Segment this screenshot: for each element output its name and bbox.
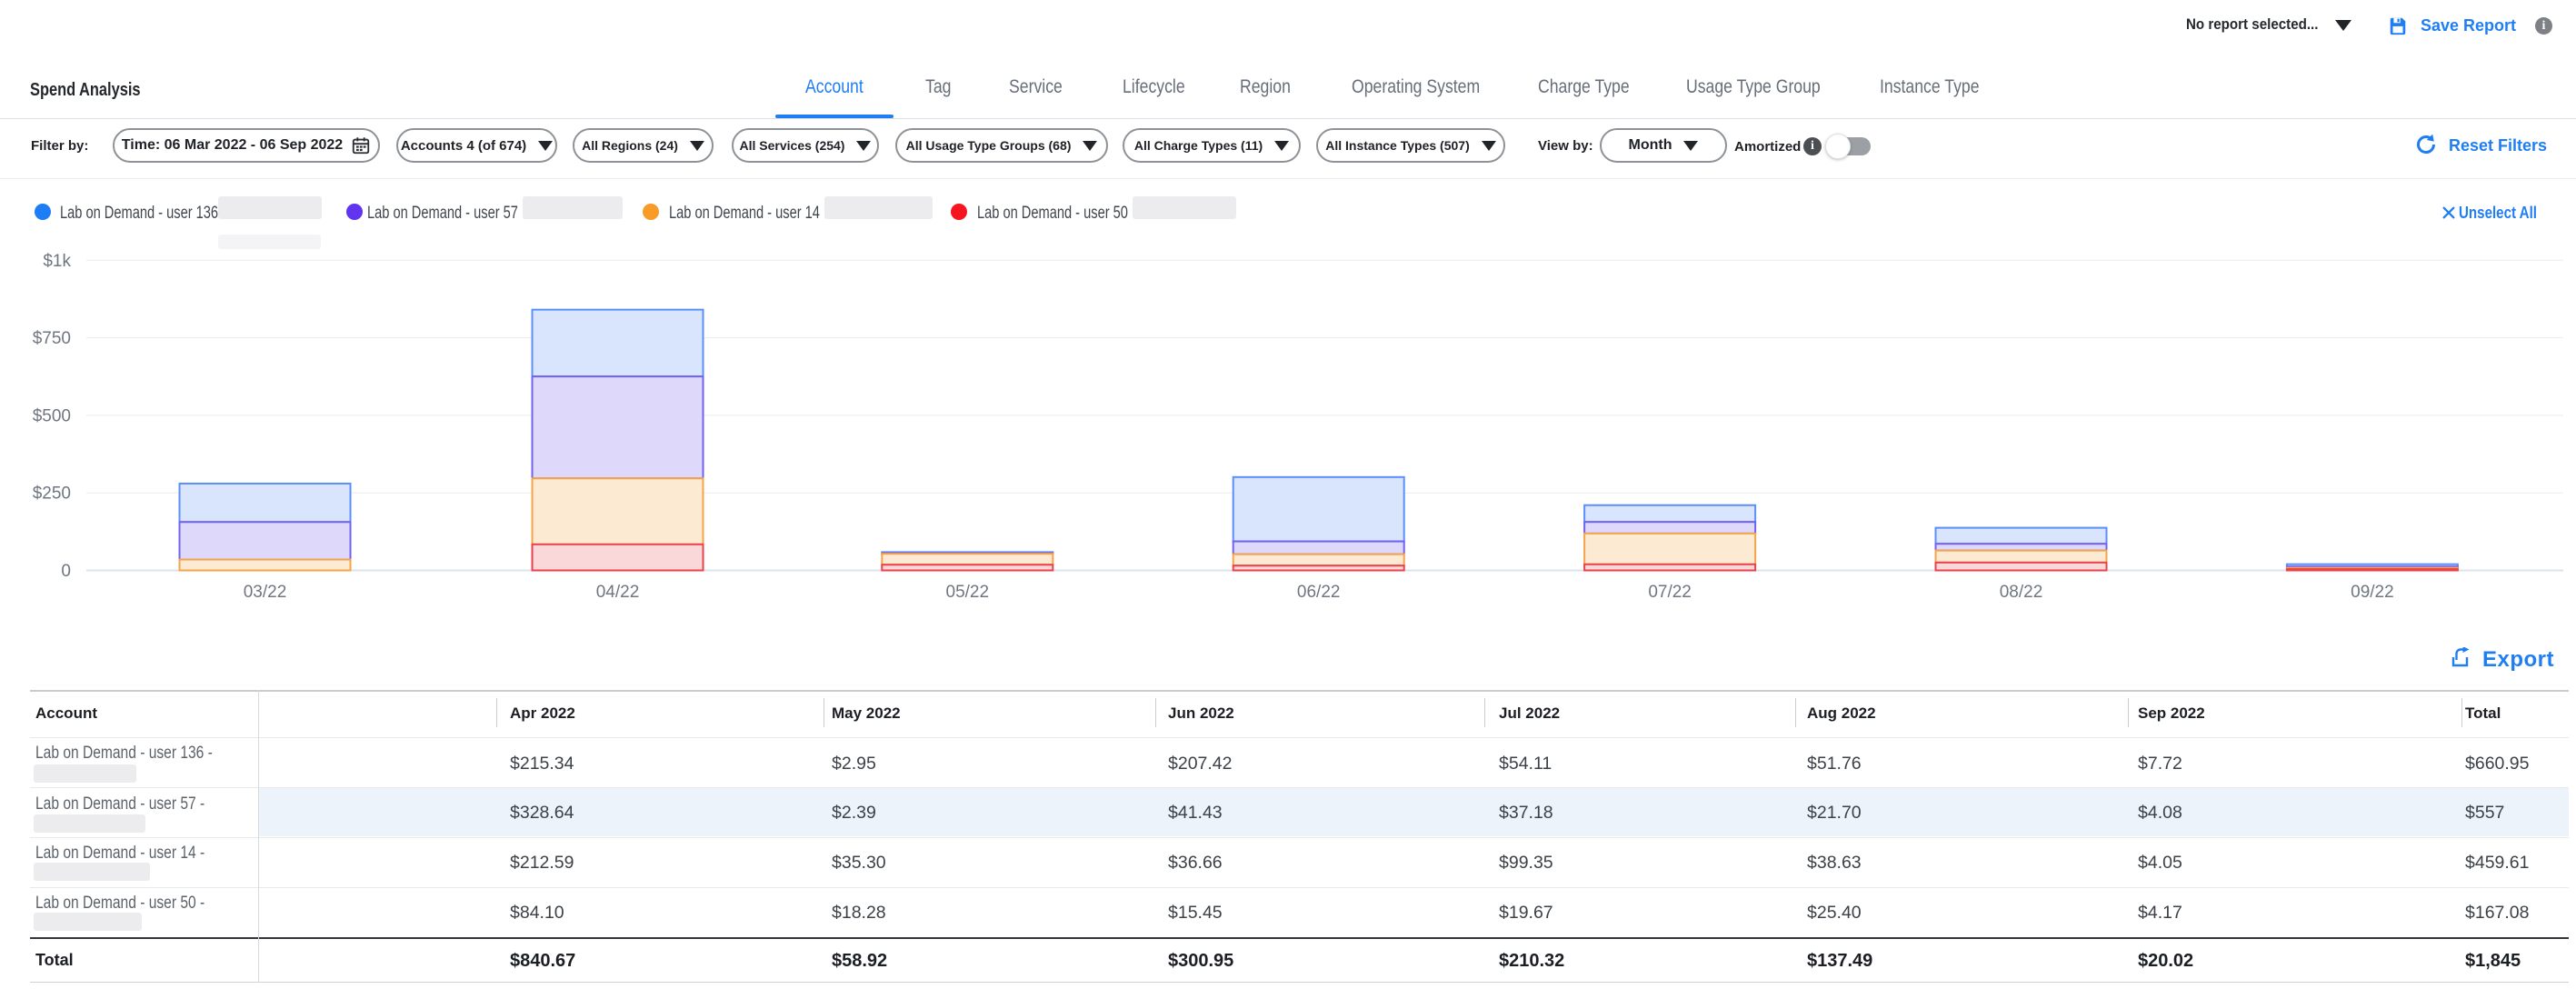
svg-text:05/22: 05/22 [946, 583, 990, 602]
svg-text:04/22: 04/22 [596, 583, 640, 602]
svg-text:$250: $250 [33, 485, 71, 504]
svg-text:$1k: $1k [43, 252, 71, 271]
svg-text:06/22: 06/22 [1297, 583, 1341, 602]
svg-text:09/22: 09/22 [2351, 583, 2394, 602]
svg-text:08/22: 08/22 [2000, 583, 2043, 602]
svg-text:07/22: 07/22 [1648, 583, 1692, 602]
svg-text:$750: $750 [33, 329, 71, 348]
svg-text:0: 0 [61, 562, 71, 581]
svg-text:$500: $500 [33, 406, 71, 425]
svg-text:03/22: 03/22 [244, 583, 287, 602]
